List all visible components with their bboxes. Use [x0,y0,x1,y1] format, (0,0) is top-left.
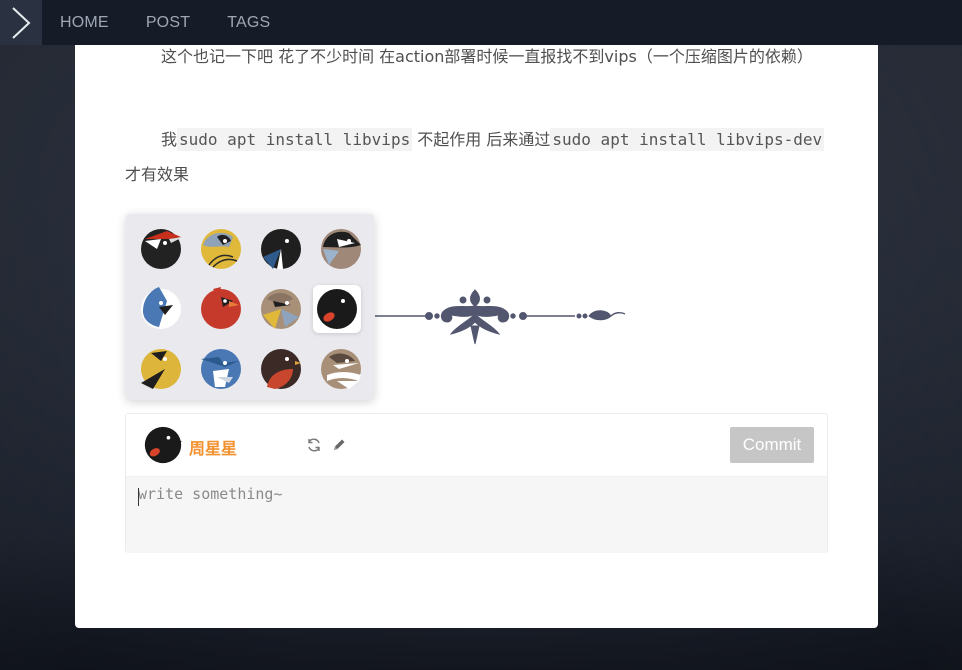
nav-link-post[interactable]: POST [146,14,190,32]
yellow-bird-icon [141,349,181,389]
avatar-picker [126,214,374,400]
comment-input-area [126,476,827,553]
bluejay-bird-icon [141,287,181,329]
blackbird-red-beak-icon [317,289,357,329]
woodpecker-bird-icon [141,229,183,269]
goldfinch-bird-icon [201,229,241,269]
nav-link-tags[interactable]: TAGS [227,14,270,32]
robin-bird-icon [261,349,301,389]
avatar-option[interactable] [137,345,185,393]
commit-button[interactable]: Commit [730,427,814,463]
sparrow-bird-icon [321,349,361,389]
avatar-option[interactable] [137,285,185,333]
avatar-option[interactable] [257,285,305,333]
avatar-option[interactable] [197,285,245,333]
menu-toggle-button[interactable] [0,0,42,45]
username: 周星星 [189,439,238,458]
avatar-option[interactable] [257,225,305,273]
article-card: 这个也记一下吧 花了不少时间 在action部署时候一直报找不到vips（一个压… [75,45,878,628]
refresh-icon[interactable] [306,437,322,453]
text-caret [138,488,139,506]
nav-link-home[interactable]: HOME [60,14,109,32]
paragraph-text: 我 [161,130,178,149]
avatar-option[interactable] [197,225,245,273]
avatar-option-selected[interactable] [313,285,361,333]
avatar-option[interactable] [257,345,305,393]
cardinal-bird-icon [201,287,241,329]
comment-input[interactable] [138,485,808,545]
kingfisher-bird-icon [201,349,241,389]
top-nav: HOME POST TAGS [0,0,962,45]
avatar-option[interactable] [137,225,185,273]
black-bird-icon [261,229,301,269]
waxwing-bird-icon [261,289,301,329]
comment-header: 周星星 Commit [126,414,827,476]
avatar-option[interactable] [317,225,365,273]
chevron-right-icon [12,6,31,39]
inline-code: sudo apt install libvips-dev [550,128,825,151]
paragraph-text: 才有效果 [125,165,190,184]
article-paragraph: 我 sudo apt install libvips 不起作用 后来通过 sudo … [125,122,828,192]
avatar[interactable] [143,425,183,465]
tit-bird-icon [321,229,361,269]
ornament-divider-icon [375,289,626,345]
paragraph-text: 不起作用 后来通过 [412,130,551,149]
nav-links: HOME POST TAGS [60,0,307,45]
avatar-option[interactable] [317,345,365,393]
pencil-icon[interactable] [331,437,347,453]
comment-box: 周星星 Commit [125,413,828,553]
inline-code: sudo apt install libvips [177,128,413,151]
avatar-option[interactable] [197,345,245,393]
